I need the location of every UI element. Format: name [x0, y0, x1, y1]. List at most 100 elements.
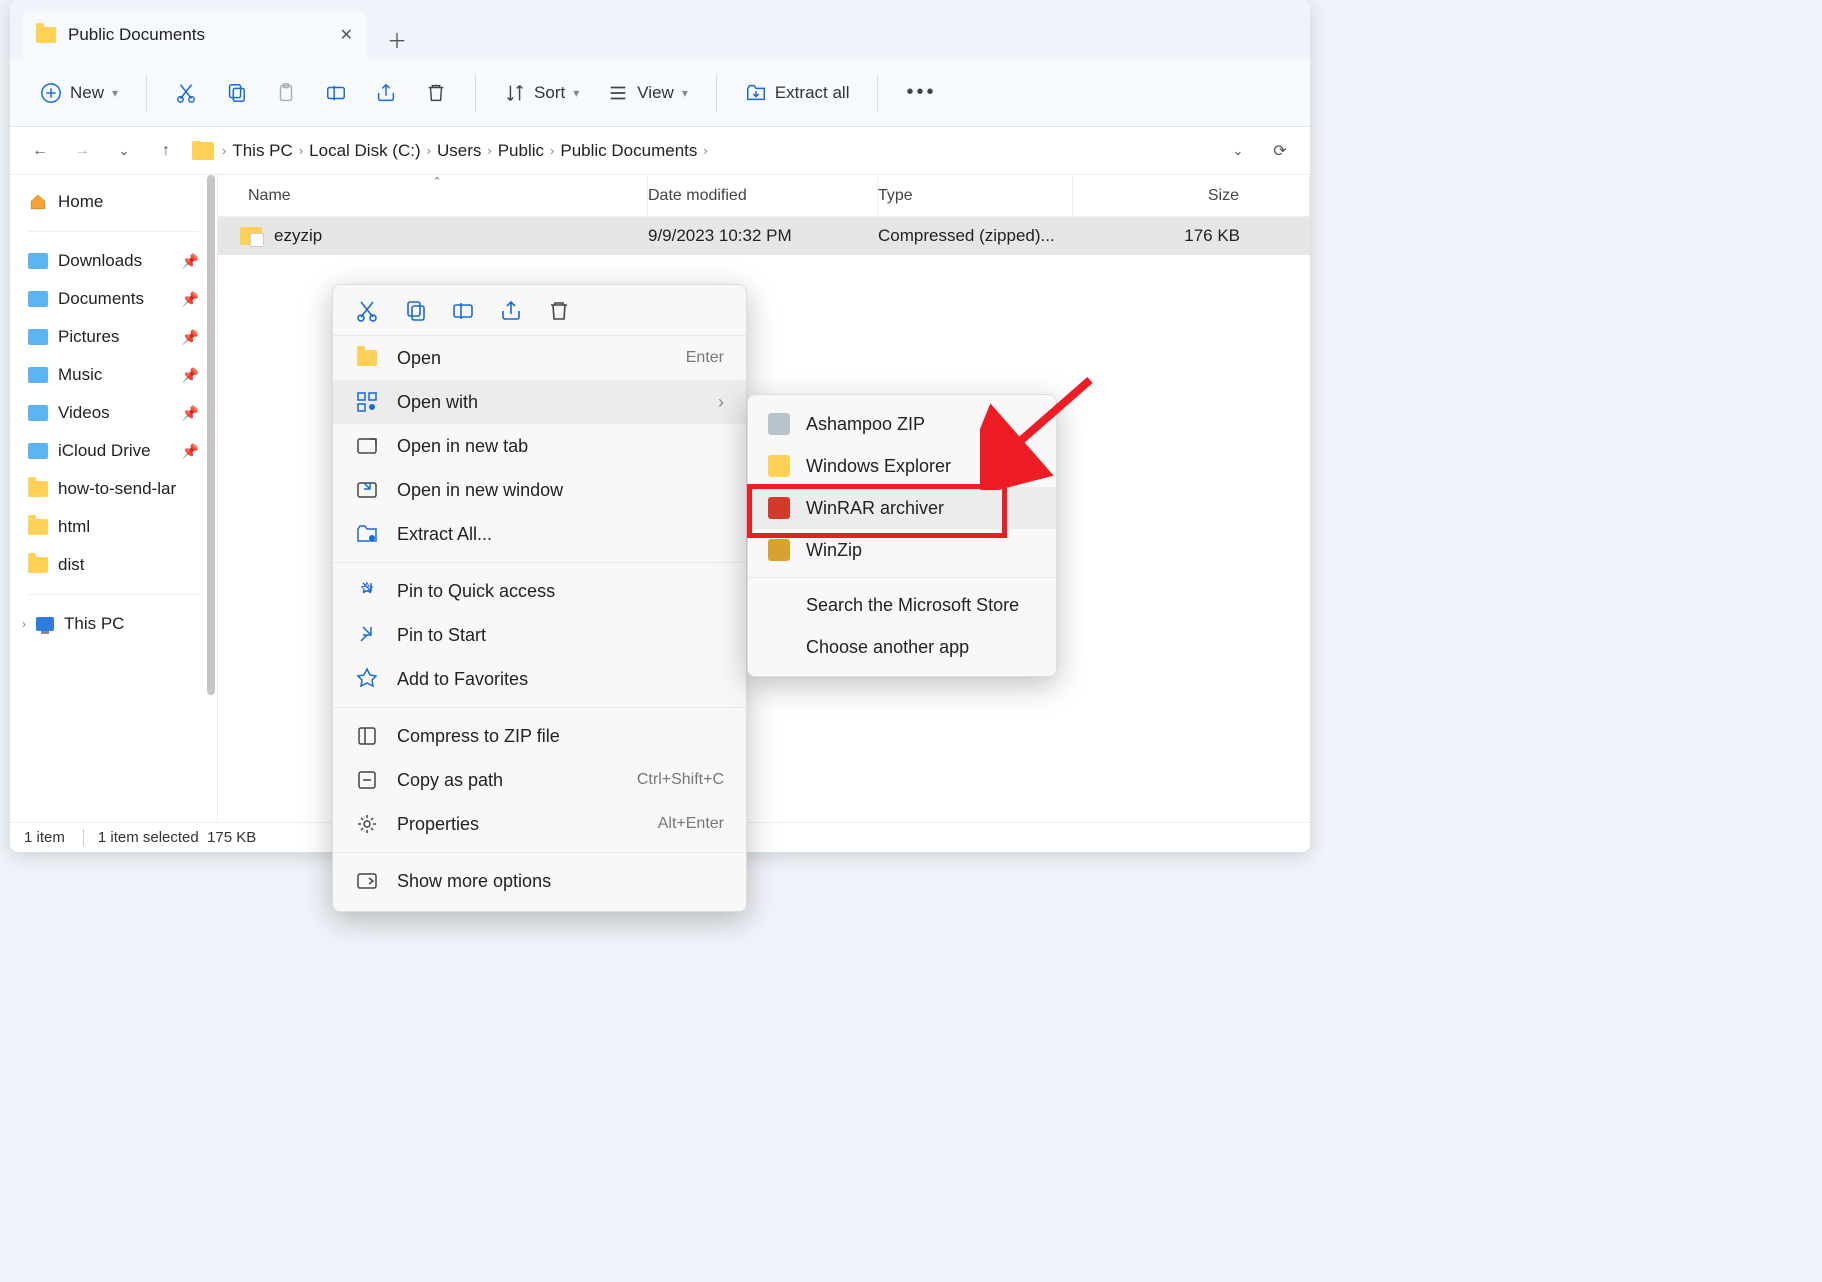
copy-button[interactable] [215, 76, 257, 110]
extract-all-button[interactable]: Extract all [735, 76, 860, 110]
close-tab-icon[interactable]: ✕ [340, 25, 353, 45]
ctx-open-window[interactable]: Open in new window [333, 468, 746, 512]
openwith-item[interactable]: Windows Explorer [748, 445, 1056, 487]
new-button[interactable]: New ▾ [30, 76, 128, 110]
home-icon [28, 193, 48, 211]
openwith-item[interactable]: WinZip [748, 529, 1056, 571]
ctx-properties[interactable]: PropertiesAlt+Enter [333, 802, 746, 846]
chevron-right-icon: › [22, 617, 26, 631]
sidebar-home[interactable]: Home [10, 183, 217, 221]
column-type[interactable]: Type [878, 177, 1073, 215]
folder-icon [36, 27, 56, 43]
sort-indicator-icon: ⌃ [433, 175, 442, 188]
sidebar-item-label: iCloud Drive [58, 441, 151, 461]
up-button[interactable]: ↑ [150, 135, 182, 167]
rename-button[interactable] [315, 76, 357, 110]
file-size: 176 KB [1073, 226, 1310, 246]
sidebar-item[interactable]: dist [10, 546, 217, 584]
breadcrumb[interactable]: › This PC› Local Disk (C:)› Users› Publi… [192, 141, 1212, 161]
sidebar-item-label: how-to-send-lar [58, 479, 176, 499]
new-tab-button[interactable]: ＋ [377, 19, 417, 59]
selected-size: 175 KB [207, 829, 256, 846]
ctx-open-with[interactable]: Open with› [333, 380, 746, 424]
sidebar-item-label: html [58, 517, 90, 537]
refresh-button[interactable]: ⟳ [1264, 135, 1296, 167]
pin-icon: 📌 [182, 253, 199, 270]
zip-file-icon [240, 227, 262, 245]
share-icon[interactable] [499, 299, 523, 323]
recent-dropdown[interactable]: ⌄ [108, 135, 140, 167]
cut-button[interactable] [165, 76, 207, 110]
file-name: ezyzip [274, 226, 322, 246]
breadcrumb-segment[interactable]: Local Disk (C:) [309, 141, 420, 161]
file-type: Compressed (zipped)... [878, 226, 1073, 246]
rename-icon[interactable] [451, 299, 475, 323]
copy-path-icon [355, 768, 379, 792]
column-date[interactable]: Date modified [648, 177, 878, 215]
ctx-pin-start[interactable]: Pin to Start [333, 613, 746, 657]
ctx-extract-all[interactable]: Extract All... [333, 512, 746, 556]
sidebar-item-label: dist [58, 555, 84, 575]
column-name[interactable]: ⌃Name [218, 177, 648, 215]
sidebar-item-label: Downloads [58, 251, 142, 271]
active-tab[interactable]: Public Documents ✕ [22, 11, 367, 59]
column-size[interactable]: Size [1073, 177, 1310, 215]
delete-button[interactable] [415, 76, 457, 110]
ctx-copy-path[interactable]: Copy as pathCtrl+Shift+C [333, 758, 746, 802]
apps-icon [355, 390, 379, 414]
breadcrumb-segment[interactable]: Users [437, 141, 481, 161]
file-row[interactable]: ezyzip 9/9/2023 10:32 PM Compressed (zip… [218, 217, 1310, 255]
breadcrumb-segment[interactable]: Public Documents [560, 141, 697, 161]
folder-icon [28, 329, 48, 345]
openwith-item[interactable]: Choose another app [748, 626, 1056, 668]
forward-button[interactable]: → [66, 135, 98, 167]
openwith-label: Ashampoo ZIP [806, 414, 925, 435]
view-icon [607, 82, 629, 104]
sidebar-item[interactable]: Downloads 📌 [10, 242, 217, 280]
share-button[interactable] [365, 76, 407, 110]
breadcrumb-segment[interactable]: This PC [232, 141, 292, 161]
context-menu: OpenEnter Open with› Open in new tab Ope… [332, 284, 747, 912]
cut-icon[interactable] [355, 299, 379, 323]
ctx-show-more[interactable]: Show more options [333, 859, 746, 903]
sidebar-item-label: Pictures [58, 327, 119, 347]
copy-icon[interactable] [403, 299, 427, 323]
chevron-down-icon: ▾ [112, 86, 118, 100]
ctx-open-tab[interactable]: Open in new tab [333, 424, 746, 468]
sidebar-item[interactable]: Documents📌 [10, 280, 217, 318]
ctx-open[interactable]: OpenEnter [333, 336, 746, 380]
sort-button[interactable]: Sort ▾ [494, 76, 589, 110]
app-icon [768, 539, 790, 561]
back-button[interactable]: ← [24, 135, 56, 167]
address-bar-row: ← → ⌄ ↑ › This PC› Local Disk (C:)› User… [10, 127, 1310, 175]
app-icon [768, 455, 790, 477]
sidebar-item[interactable]: Videos📌 [10, 394, 217, 432]
more-button[interactable]: ••• [896, 75, 946, 110]
chevron-down-icon: ▾ [573, 86, 579, 100]
folder-icon [28, 367, 48, 383]
sidebar-item[interactable]: Pictures 📌 [10, 318, 217, 356]
openwith-item[interactable]: WinRAR archiver [748, 487, 1056, 529]
nav-sidebar: Home Downloads 📌 Documents📌 Pictures 📌 Music📌… [10, 175, 218, 822]
ctx-compress[interactable]: Compress to ZIP file [333, 714, 746, 758]
sidebar-item[interactable]: html [10, 508, 217, 546]
view-button[interactable]: View ▾ [597, 76, 698, 110]
selected-count: 1 item selected [98, 829, 199, 846]
openwith-item[interactable]: Ashampoo ZIP [748, 403, 1056, 445]
folder-icon [28, 443, 48, 459]
breadcrumb-segment[interactable]: Public [498, 141, 544, 161]
sidebar-scrollbar[interactable] [205, 175, 217, 822]
sidebar-item[interactable]: iCloud Drive📌 [10, 432, 217, 470]
delete-icon[interactable] [547, 299, 571, 323]
paste-button[interactable] [265, 76, 307, 110]
ctx-pin-quick[interactable]: Pin to Quick access [333, 569, 746, 613]
chevron-right-icon: › [718, 392, 724, 413]
sidebar-item[interactable]: Music📌 [10, 356, 217, 394]
address-dropdown[interactable]: ⌄ [1222, 135, 1254, 167]
openwith-item[interactable]: Search the Microsoft Store [748, 584, 1056, 626]
sidebar-this-pc[interactable]: › This PC [10, 605, 217, 643]
pin-icon: 📌 [182, 329, 199, 346]
sidebar-item[interactable]: how-to-send-lar [10, 470, 217, 508]
folder-icon [28, 519, 48, 535]
ctx-add-favorites[interactable]: Add to Favorites [333, 657, 746, 701]
